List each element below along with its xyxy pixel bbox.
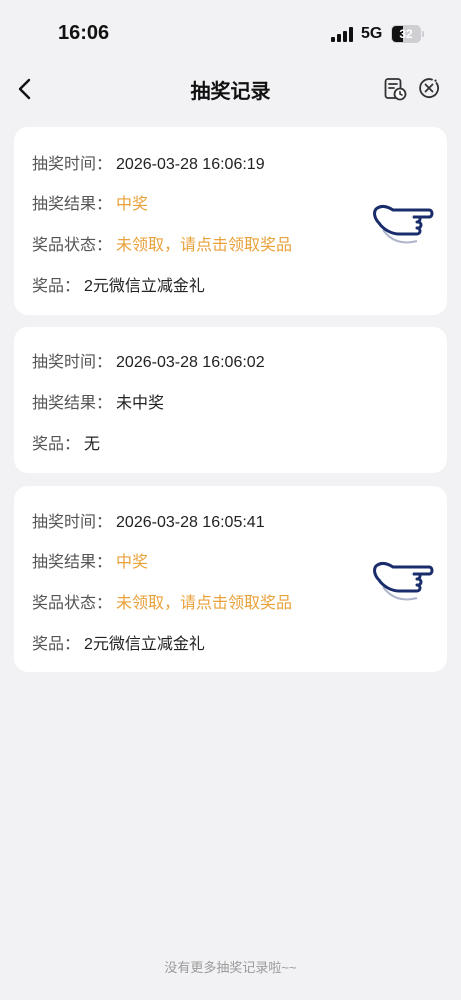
draw-result-row: 抽奖结果： 中奖 bbox=[32, 190, 148, 214]
pointing-hand-icon[interactable] bbox=[373, 197, 435, 249]
draw-result-label: 抽奖结果： bbox=[32, 554, 113, 571]
draw-time-label: 抽奖时间： bbox=[32, 354, 113, 371]
draw-time-value: 2026-03-28 16:06:02 bbox=[116, 354, 265, 371]
draw-time-row: 抽奖时间： 2026-03-28 16:06:19 bbox=[32, 150, 265, 174]
battery-cap bbox=[422, 31, 424, 37]
prize-status-row[interactable]: 奖品状态： 未领取，请点击领取奖品 bbox=[32, 231, 292, 255]
pointing-hand-icon[interactable] bbox=[373, 554, 435, 606]
prize-status-label: 奖品状态： bbox=[32, 595, 113, 612]
doc-clock-icon[interactable] bbox=[383, 77, 407, 101]
status-time: 16:06 bbox=[58, 22, 110, 44]
record-card[interactable]: 抽奖时间： 2026-03-28 16:05:41 抽奖结果： 中奖 奖品状态： 未领… bbox=[14, 486, 447, 672]
prize-status-value[interactable]: 未领取，请点击领取奖品 bbox=[116, 595, 292, 612]
draw-result-row: 抽奖结果： 未中奖 bbox=[32, 389, 164, 413]
record-card[interactable]: 抽奖时间： 2026-03-28 16:06:02 抽奖结果： 未中奖 奖品：无 bbox=[14, 327, 447, 473]
draw-result-value: 中奖 bbox=[116, 196, 149, 213]
prize-status-value[interactable]: 未领取，请点击领取奖品 bbox=[116, 237, 292, 254]
status-bar: 16:06 5G 32 bbox=[0, 0, 461, 64]
prize-status-row[interactable]: 奖品状态： 未领取，请点击领取奖品 bbox=[32, 589, 292, 613]
prize-row: 奖品： 2元微信立减金礼 bbox=[32, 630, 205, 654]
prize-label: 奖品： bbox=[32, 636, 81, 653]
record-card[interactable]: 抽奖时间： 2026-03-28 16:06:19 抽奖结果： 中奖 奖品状态： 未领… bbox=[14, 127, 447, 315]
draw-result-label: 抽奖结果： bbox=[32, 196, 113, 213]
prize-row: 奖品： 2元微信立减金礼 bbox=[32, 272, 205, 296]
prize-label: 奖品： bbox=[32, 278, 81, 295]
prize-row: 奖品：无 bbox=[32, 430, 100, 454]
draw-time-value: 2026-03-28 16:05:41 bbox=[116, 514, 265, 531]
draw-time-row: 抽奖时间： 2026-03-28 16:05:41 bbox=[32, 508, 265, 532]
signal-icon bbox=[331, 27, 353, 42]
draw-result-value: 中奖 bbox=[116, 554, 149, 571]
draw-time-value: 2026-03-28 16:06:19 bbox=[116, 156, 265, 173]
prize-label: 奖品： bbox=[32, 436, 81, 453]
draw-result-value: 未中奖 bbox=[116, 395, 165, 412]
nav-bar: 抽奖记录 bbox=[0, 64, 461, 114]
network-label: 5G bbox=[361, 25, 383, 42]
draw-time-label: 抽奖时间： bbox=[32, 156, 113, 173]
no-more-records-text: 没有更多抽奖记录啦~~ bbox=[164, 960, 297, 975]
draw-time-row: 抽奖时间： 2026-03-28 16:06:02 bbox=[32, 348, 265, 372]
prize-value: 2元微信立减金礼 bbox=[84, 278, 205, 295]
prize-status-label: 奖品状态： bbox=[32, 237, 113, 254]
battery-icon: 32 bbox=[391, 25, 421, 43]
prize-value: 2元微信立减金礼 bbox=[84, 636, 205, 653]
prize-value: 无 bbox=[84, 436, 101, 453]
close-circle-icon[interactable] bbox=[418, 77, 440, 99]
draw-time-label: 抽奖时间： bbox=[32, 514, 113, 531]
draw-result-label: 抽奖结果： bbox=[32, 395, 113, 412]
battery-level: 32 bbox=[399, 27, 413, 41]
draw-result-row: 抽奖结果： 中奖 bbox=[32, 548, 148, 572]
